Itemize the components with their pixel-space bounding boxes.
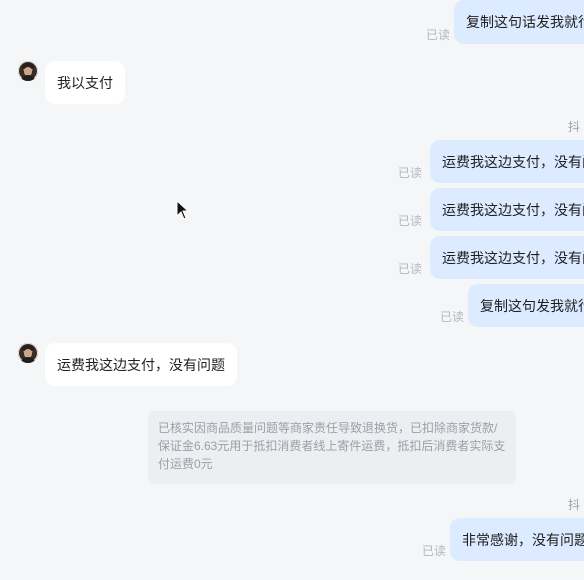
message-text: 复制这句话发我就行 (466, 14, 584, 30)
chat-conversation: 已读 复制这句话发我就行 我以支付 抖 已读 运费我这边支付，没有问题 已读 运… (0, 0, 584, 580)
system-message: 已核实因商品质量问题等商家责任导致退换货，已扣除商家货款/保证金6.63元用于抵… (148, 411, 516, 484)
message-text: 运费我这边支付，没有问题 (442, 202, 584, 218)
sender-name: 抖 (568, 498, 581, 512)
avatar[interactable] (18, 61, 38, 81)
message-text: 复制这句发我就行 (480, 298, 584, 314)
message-text: 运费我这边支付，没有问题 (57, 357, 225, 373)
read-status: 已读 (440, 310, 465, 324)
read-status: 已读 (422, 544, 447, 558)
read-status: 已读 (398, 166, 423, 180)
read-status: 已读 (398, 214, 423, 228)
read-status: 已读 (398, 262, 423, 276)
message-bubble-outgoing[interactable]: 复制这句话发我就行 (454, 0, 584, 44)
message-text: 非常感谢，没有问题 (462, 532, 584, 548)
message-text: 运费我这边支付，没有问题 (442, 250, 584, 266)
message-text: 运费我这边支付，没有问题 (442, 154, 584, 170)
message-bubble-incoming[interactable]: 我以支付 (45, 61, 125, 104)
avatar[interactable] (18, 343, 38, 363)
system-message-text: 已核实因商品质量问题等商家责任导致退换货，已扣除商家货款/保证金6.63元用于抵… (158, 421, 506, 471)
message-text: 我以支付 (57, 75, 113, 91)
read-status: 已读 (426, 28, 451, 42)
message-bubble-outgoing[interactable]: 运费我这边支付，没有问题 (430, 236, 584, 279)
message-bubble-outgoing[interactable]: 非常感谢，没有问题 (450, 518, 584, 561)
sender-name: 抖 (568, 120, 581, 134)
message-bubble-outgoing[interactable]: 复制这句发我就行 (468, 284, 584, 327)
mouse-cursor-icon (176, 200, 190, 220)
message-bubble-incoming[interactable]: 运费我这边支付，没有问题 (45, 343, 237, 386)
message-bubble-outgoing[interactable]: 运费我这边支付，没有问题 (430, 140, 584, 183)
message-bubble-outgoing[interactable]: 运费我这边支付，没有问题 (430, 188, 584, 231)
